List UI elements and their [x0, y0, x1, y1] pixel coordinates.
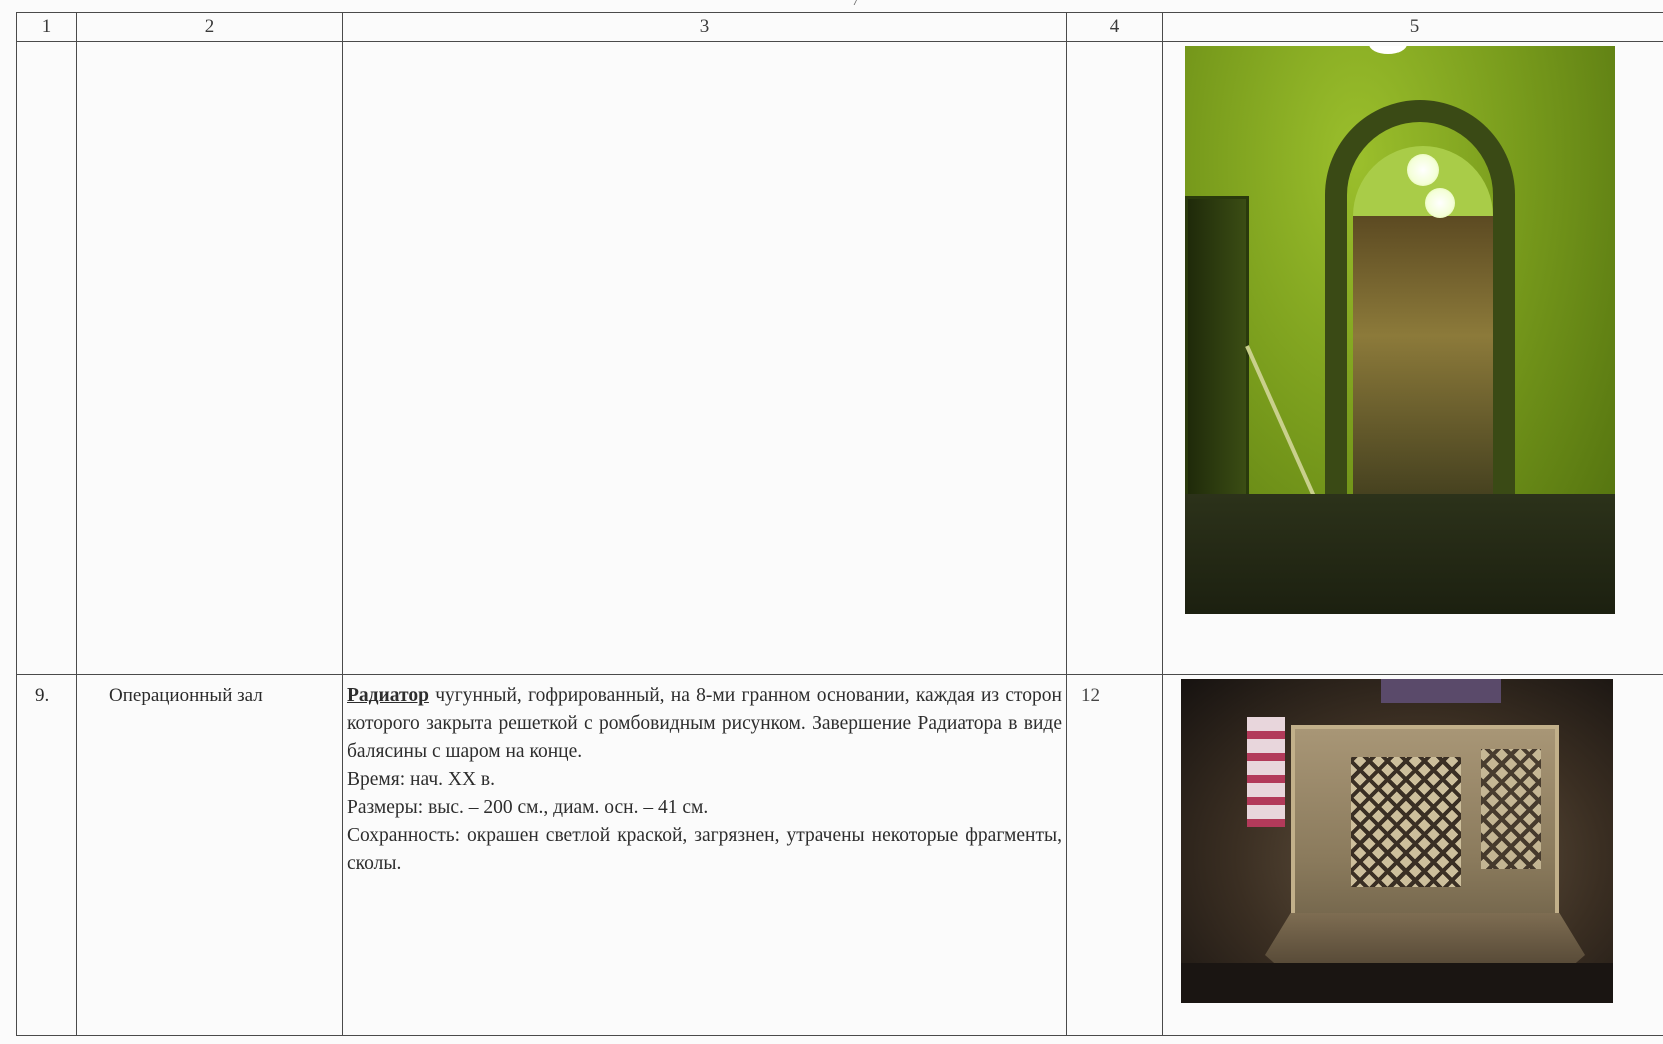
row-number-cell	[16, 41, 77, 675]
description-cell: Радиатор чугунный, гофрированный, на 8-м…	[342, 674, 1067, 1036]
column-header-3: 3	[342, 12, 1067, 42]
column-header-5: 5	[1162, 12, 1663, 42]
lamp-globe	[1425, 188, 1455, 218]
column-header-4: 4	[1066, 12, 1163, 42]
room-cell: Операционный зал	[76, 674, 343, 1036]
time-line: Время: нач. XX в.	[347, 769, 496, 790]
dimensions-line: Размеры: выс. – 200 см., диам. осн. – 41…	[347, 797, 709, 818]
row-number-cell: 9.	[16, 674, 77, 1036]
object-description: Радиатор чугунный, гофрированный, на 8-м…	[343, 675, 1066, 878]
object-name: Радиатор	[347, 685, 429, 706]
description-cell	[342, 41, 1067, 675]
column-header-2: 2	[76, 12, 343, 42]
photo-cell	[1162, 41, 1663, 675]
room-cell	[76, 41, 343, 675]
lamp-globe	[1407, 154, 1439, 186]
quantity-cell	[1066, 41, 1163, 675]
radiator-photo	[1181, 679, 1613, 1003]
table-row: 9. Операционный зал Радиатор чугунный, г…	[16, 674, 1663, 1036]
description-text: чугунный, гофрированный, на 8-ми гранном…	[347, 685, 1062, 762]
object-register-table: 1 2 3 4 5 9. Операционный зал Радиатор ч…	[16, 12, 1663, 1036]
page-number-mark: 7	[852, 0, 859, 9]
photo-cell	[1162, 674, 1663, 1036]
green-hall-arched-doorway-photo	[1185, 46, 1615, 614]
column-number-row: 1 2 3 4 5	[16, 12, 1663, 42]
table-row	[16, 41, 1663, 675]
description-paragraph: Радиатор чугунный, гофрированный, на 8-м…	[347, 682, 1062, 766]
column-header-1: 1	[16, 12, 77, 42]
quantity-cell: 12	[1066, 674, 1163, 1036]
condition-line: Сохранность: окрашен светлой краской, за…	[347, 825, 1062, 874]
document-page: 7 1 2 3 4 5 9. Операционный зал Радиатор…	[0, 0, 1663, 1044]
